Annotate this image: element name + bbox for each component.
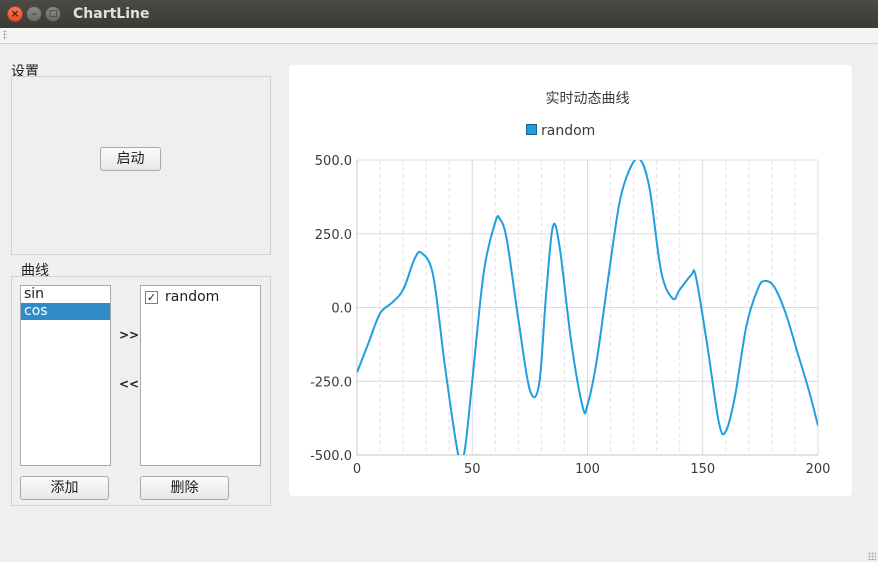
x-tick-label: 50 <box>464 462 481 477</box>
start-button[interactable]: 启动 <box>100 147 161 171</box>
delete-button[interactable]: 删除 <box>140 476 229 500</box>
active-curve-item[interactable]: ✓ random <box>145 289 219 305</box>
settings-group: 启动 <box>11 76 271 255</box>
menu-bar <box>0 28 878 44</box>
y-tick-label: -500.0 <box>310 449 352 464</box>
chart-title: 实时动态曲线 <box>546 91 630 107</box>
close-window-button[interactable]: × <box>7 6 23 22</box>
x-tick-label: 0 <box>353 462 361 477</box>
toolbar-grip-icon[interactable] <box>3 30 7 40</box>
y-tick-label: 500.0 <box>315 154 352 169</box>
add-button[interactable]: 添加 <box>20 476 109 500</box>
window-title: ChartLine <box>73 6 150 22</box>
line-chart: 500.0 250.0 0.0 -250.0 -500.00 50 100 150 200 实时动… <box>310 91 831 477</box>
legend-marker <box>526 124 537 135</box>
move-left-button[interactable]: << <box>119 377 139 391</box>
legend-label: random <box>541 123 595 139</box>
resize-grip-icon[interactable] <box>868 552 876 560</box>
y-tick-label: 0.0 <box>331 302 352 317</box>
title-bar: × – □ ChartLine <box>0 0 878 28</box>
active-curves-list[interactable]: ✓ random <box>140 285 261 466</box>
list-item-sin[interactable]: sin <box>21 286 110 303</box>
chart-panel: 500.0 250.0 0.0 -250.0 -500.0 0 50 100 150 200 实时动… <box>289 65 852 496</box>
x-tick-label: 200 <box>806 462 831 477</box>
list-item-cos[interactable]: cos <box>21 303 110 320</box>
move-right-button[interactable]: >> <box>119 328 139 342</box>
x-tick-label: 150 <box>690 462 715 477</box>
maximize-window-button[interactable]: □ <box>45 6 61 22</box>
minimize-window-button[interactable]: – <box>26 6 42 22</box>
active-curve-label: random <box>165 289 220 305</box>
y-tick-label: 250.0 <box>315 228 352 243</box>
checkbox-random[interactable]: ✓ <box>145 290 158 304</box>
available-curves-list[interactable]: sin cos <box>20 285 111 466</box>
y-tick-label: -250.0 <box>310 375 352 390</box>
x-tick-label: 100 <box>575 462 600 477</box>
